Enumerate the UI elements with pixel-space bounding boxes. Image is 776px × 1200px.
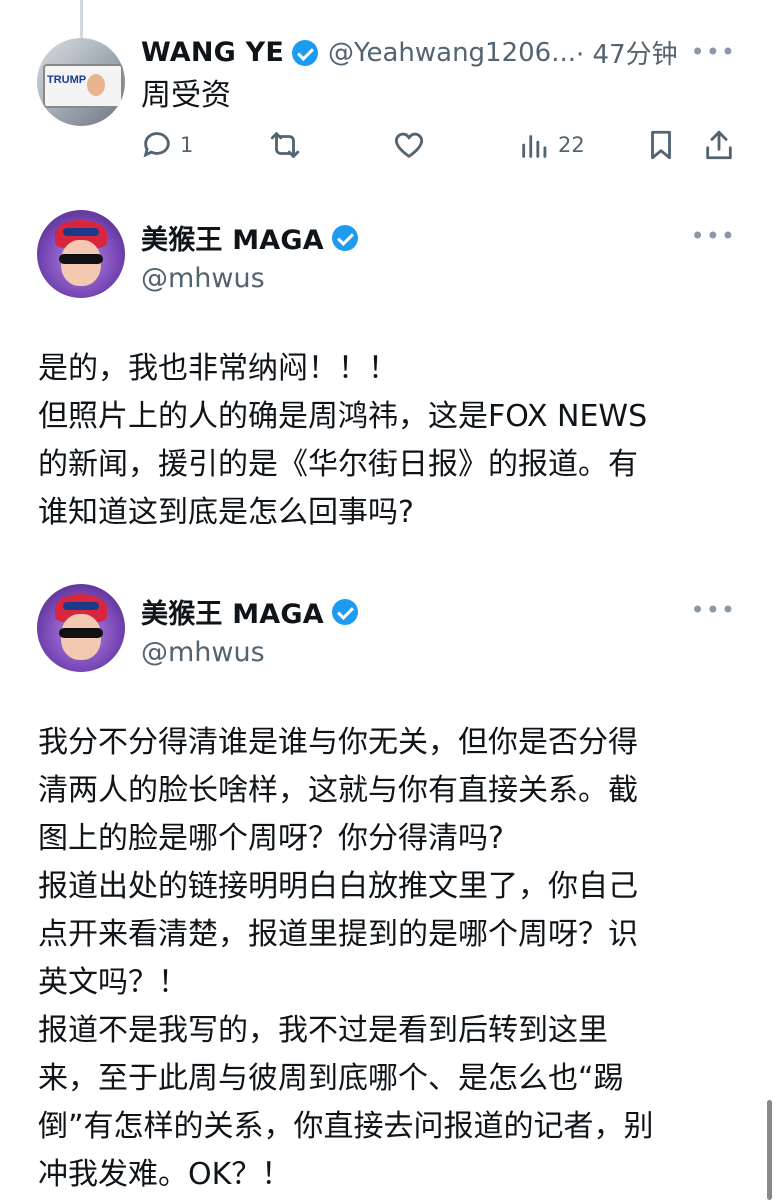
text-line: 点开来看清楚，报道里提到的是哪个周呀？识 (38, 917, 638, 952)
tweet1-header: WANG YE @Yeahwang1206... · 47分钟 (141, 34, 678, 71)
views-button[interactable]: 22 (518, 128, 585, 162)
verified-badge-icon (292, 39, 319, 66)
avatar-wang-ye[interactable]: TRUMP (37, 38, 125, 126)
retweet-button[interactable] (268, 128, 302, 162)
verified-badge-icon (331, 598, 358, 625)
user-handle[interactable]: @mhwus (141, 255, 265, 303)
user-handle[interactable]: @mhwus (141, 629, 265, 677)
display-name[interactable]: WANG YE (141, 37, 284, 68)
retweet-icon (270, 132, 300, 158)
text-line: 倒”有怎样的关系，你直接去问报道的记者，别 (38, 1109, 654, 1144)
avatar-mhwus[interactable] (37, 584, 125, 672)
text-line: 但照片上的人的确是周鸿祎，这是FOX NEWS (38, 399, 648, 434)
text-line: 报道不是我写的，我不过是看到后转到这里 (38, 1013, 608, 1048)
reply-icon (143, 132, 170, 158)
text-line: 是的，我也非常纳闷！！！ (38, 351, 398, 386)
text-line: 清两人的脸长啥样，这就与你有直接关系。截 (38, 773, 638, 808)
person-in-truck (87, 74, 105, 96)
user-handle[interactable]: @Yeahwang1206... (328, 38, 576, 68)
text-line: 的新闻，援引的是《华尔街日报》的报道。有 (38, 447, 638, 482)
display-name[interactable]: 美猴王 MAGA (141, 592, 324, 631)
tweet2-header: 美猴王 MAGA (141, 218, 358, 257)
share-button[interactable] (702, 128, 736, 162)
timestamp[interactable]: · 47分钟 (576, 34, 678, 71)
reply-button[interactable]: 1 (140, 128, 193, 162)
verified-badge-icon (331, 224, 358, 251)
share-icon (706, 130, 732, 160)
scrollbar[interactable] (767, 1100, 772, 1200)
text-line: 我分不分得清谁是谁与你无关，但你是否分得 (38, 725, 638, 760)
text-line: 冲我发难。OK？！ (38, 1157, 292, 1192)
analytics-icon (522, 135, 547, 158)
tweet3-header: 美猴王 MAGA (141, 592, 358, 631)
more-options-icon[interactable]: ••• (691, 222, 736, 250)
like-button[interactable] (392, 128, 426, 162)
display-name[interactable]: 美猴王 MAGA (141, 218, 324, 257)
tweet2-text: 是的，我也非常纳闷！！！ 但照片上的人的确是周鸿祎，这是FOX NEWS 的新闻… (38, 345, 647, 537)
heart-icon (394, 132, 424, 158)
more-options-icon[interactable]: ••• (691, 38, 736, 66)
view-count: 22 (558, 133, 585, 157)
tweet1-actions: 1 22 (140, 128, 740, 166)
reply-count: 1 (180, 133, 194, 157)
tweet1-text: 周受资 (141, 78, 231, 113)
text-line: 图上的脸是哪个周呀？你分得清吗? (38, 821, 504, 856)
text-line: 谁知道这到底是怎么回事吗? (38, 495, 414, 530)
avatar-sunglasses (59, 254, 103, 264)
more-options-icon[interactable]: ••• (691, 596, 736, 624)
avatar-sunglasses (59, 628, 103, 638)
truck-logo-text: TRUMP (47, 74, 87, 86)
tweet3-text: 我分不分得清谁是谁与你无关，但你是否分得 清两人的脸长啥样，这就与你有直接关系。… (38, 719, 654, 1199)
truck-image (43, 64, 123, 108)
bookmark-icon (651, 130, 671, 160)
bookmark-button[interactable] (644, 128, 678, 162)
thread-connector (80, 0, 83, 40)
text-line: 报道出处的链接明明白白放推文里了，你自己 (38, 869, 638, 904)
text-line: 来，至于此周与彼周到底哪个、是怎么也“踢 (38, 1061, 624, 1096)
text-line: 英文吗？！ (38, 965, 188, 1000)
avatar-mhwus[interactable] (37, 210, 125, 298)
